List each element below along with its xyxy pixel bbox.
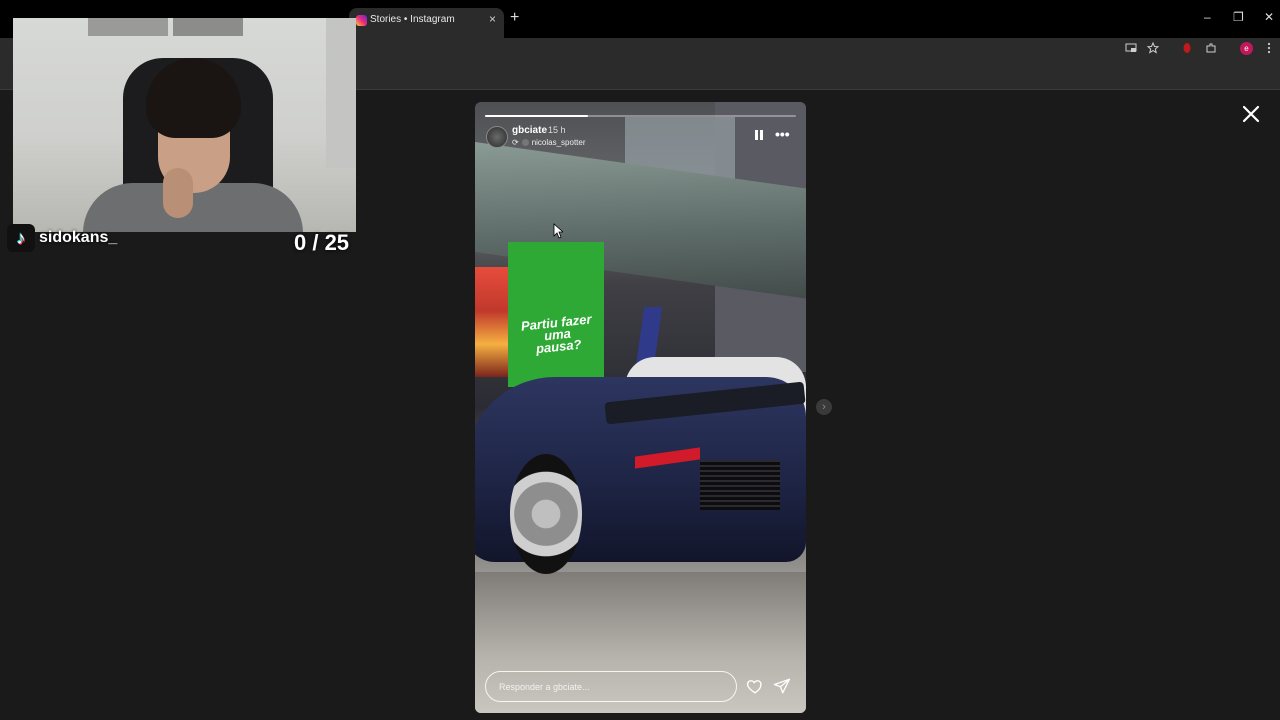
story-time-ago: 15 h <box>548 125 566 135</box>
story-photo-wheel <box>510 454 582 574</box>
cast-icon[interactable] <box>1125 42 1137 57</box>
instagram-favicon <box>356 15 367 26</box>
address-bar[interactable] <box>356 38 1120 62</box>
extensions-icon[interactable] <box>1205 42 1217 57</box>
send-icon[interactable] <box>773 677 791 695</box>
wall-frame <box>88 18 168 36</box>
heart-icon[interactable] <box>746 677 764 695</box>
menu-icon[interactable] <box>1266 42 1272 57</box>
story-photo-shop <box>475 267 508 377</box>
webcam-overlay <box>13 18 356 232</box>
overlay-counter: 0 / 25 <box>294 230 350 255</box>
close-window-button[interactable]: ✕ <box>1264 10 1274 24</box>
story-progress-bar <box>485 115 796 117</box>
tiktok-handle: sidokans_ <box>39 229 118 246</box>
story-progress-fill <box>485 115 588 117</box>
repost-avatar <box>521 139 529 146</box>
story-card[interactable]: Partiu fazer uma pausa? gbciate 15 h ⟳ n… <box>475 102 806 713</box>
tab-title: Stories • Instagram <box>370 14 455 25</box>
reply-field[interactable] <box>485 671 737 702</box>
tab-close-button[interactable]: × <box>489 12 496 26</box>
tiktok-badge: ♪ sidokans_ <box>7 224 117 252</box>
tiktok-logo: ♪ <box>7 224 35 252</box>
profile-avatar[interactable]: e <box>1240 42 1253 55</box>
curtain <box>326 18 356 168</box>
wall-frame <box>173 18 243 36</box>
story-username[interactable]: gbciate <box>512 125 547 136</box>
mouse-cursor-icon <box>553 223 563 239</box>
story-repost-credit[interactable]: ⟳ nicolas_spotter <box>512 138 586 147</box>
minimize-button[interactable]: – <box>1204 10 1211 24</box>
story-reposted-from: nicolas_spotter <box>531 138 586 147</box>
restore-button[interactable]: ❐ <box>1233 10 1244 24</box>
star-icon[interactable] <box>1146 41 1160 57</box>
person-hand <box>163 168 193 218</box>
chevron-right-icon[interactable]: › <box>816 399 832 415</box>
reply-input[interactable] <box>486 672 736 701</box>
story-user-avatar[interactable] <box>486 126 508 148</box>
repost-icon: ⟳ <box>512 138 519 147</box>
story-photo-grill <box>700 460 780 510</box>
close-icon[interactable] <box>1241 104 1261 124</box>
more-icon[interactable]: ••• <box>775 126 790 142</box>
tab-instagram-stories[interactable]: Stories • Instagram × <box>349 8 504 38</box>
extension-red-icon[interactable] <box>1181 42 1193 57</box>
new-tab-button[interactable]: + <box>510 10 519 26</box>
pause-icon[interactable] <box>753 129 765 141</box>
